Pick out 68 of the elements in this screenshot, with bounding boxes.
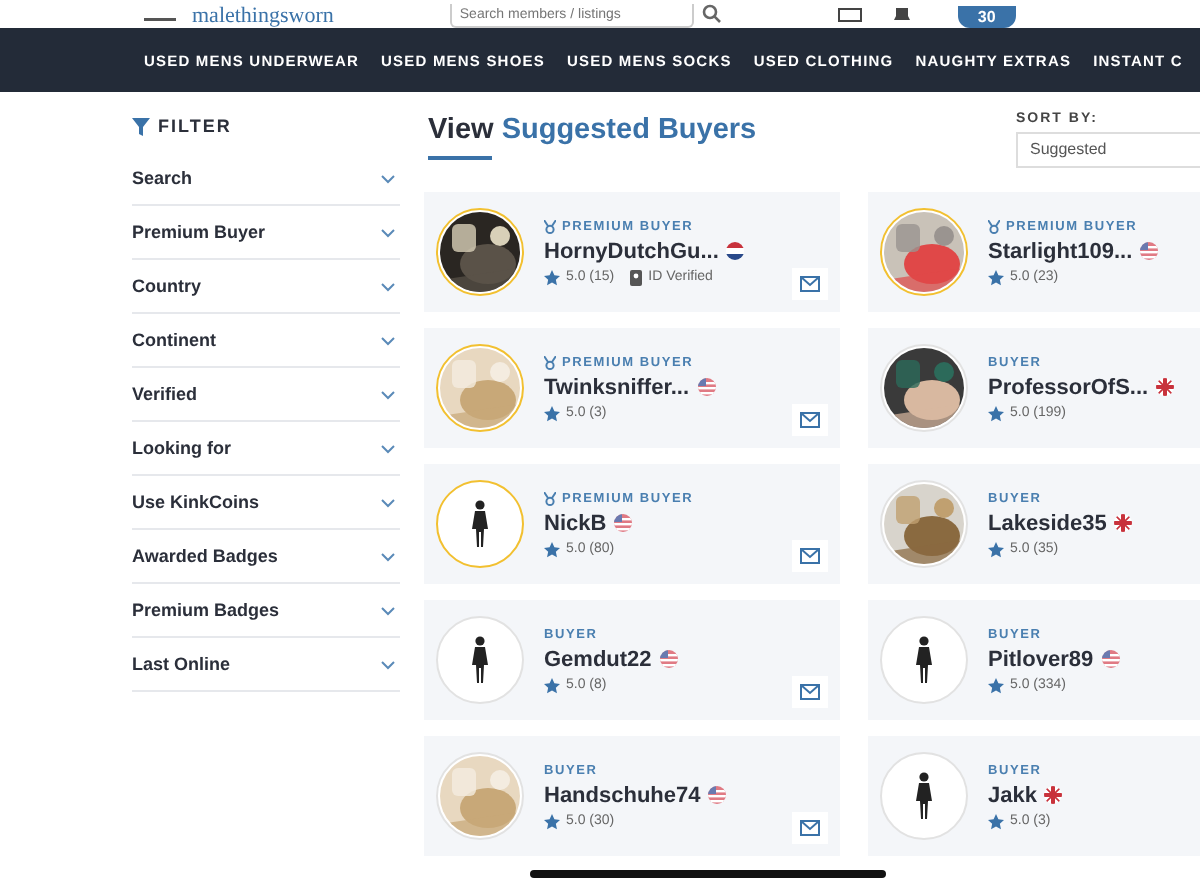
id-card-icon xyxy=(630,269,643,285)
chevron-down-icon xyxy=(380,389,396,399)
envelope-icon xyxy=(800,276,820,292)
message-button[interactable] xyxy=(792,268,828,300)
filter-dropdown[interactable]: Country xyxy=(132,260,400,314)
search-icon[interactable] xyxy=(701,4,722,24)
star-icon xyxy=(544,541,560,557)
site-logo[interactable]: malethingsworn xyxy=(192,4,334,28)
filter-dropdown[interactable]: Looking for xyxy=(132,422,400,476)
filter-title: FILTER xyxy=(158,116,232,136)
filter-dropdown[interactable]: Premium Badges xyxy=(132,584,400,638)
chevron-down-icon xyxy=(380,281,396,291)
star-icon xyxy=(988,541,1004,557)
medal-icon xyxy=(544,491,556,505)
chevron-down-icon xyxy=(380,227,396,237)
star-icon xyxy=(988,813,1004,829)
message-button[interactable] xyxy=(792,676,828,708)
person-silhouette-icon xyxy=(912,772,936,820)
person-silhouette-icon xyxy=(912,636,936,684)
buyer-name[interactable]: Jakk xyxy=(988,783,1037,807)
buyer-name[interactable]: Gemdut22 xyxy=(544,647,652,671)
star-icon xyxy=(544,405,560,421)
filter-dropdown[interactable]: Use KinkCoins xyxy=(132,476,400,530)
chevron-down-icon xyxy=(380,443,396,453)
chevron-down-icon xyxy=(380,173,396,183)
filter-dropdown[interactable]: Verified xyxy=(132,368,400,422)
chevron-down-icon xyxy=(380,605,396,615)
filter-dropdown[interactable]: Last Online xyxy=(132,638,400,692)
star-icon xyxy=(544,813,560,829)
chevron-down-icon xyxy=(380,497,396,507)
filter-dropdown[interactable]: Awarded Badges xyxy=(132,530,400,584)
star-icon xyxy=(544,269,560,285)
buyer-name[interactable]: Starlight109... xyxy=(988,239,1133,263)
buyer-name[interactable]: Lakeside35 xyxy=(988,511,1107,535)
medal-icon xyxy=(988,219,1000,233)
buyer-name[interactable]: Handschuhe74 xyxy=(544,783,701,807)
chevron-down-icon xyxy=(380,551,396,561)
filter-dropdown[interactable]: Premium Buyer xyxy=(132,206,400,260)
buyer-name[interactable]: Pitlover89 xyxy=(988,647,1094,671)
envelope-icon xyxy=(800,412,820,428)
filter-dropdown[interactable]: Search xyxy=(132,152,400,206)
star-icon xyxy=(988,405,1004,421)
person-silhouette-icon xyxy=(468,500,492,548)
envelope-icon xyxy=(800,684,820,700)
medal-icon xyxy=(544,219,556,233)
star-icon xyxy=(544,677,560,693)
envelope-icon xyxy=(800,548,820,564)
filter-dropdown[interactable]: Continent xyxy=(132,314,400,368)
message-button[interactable] xyxy=(792,812,828,844)
star-icon xyxy=(988,269,1004,285)
message-button[interactable] xyxy=(792,540,828,572)
chevron-down-icon xyxy=(380,335,396,345)
buyer-name[interactable]: ProfessorOfS... xyxy=(988,375,1149,399)
page-heading: View Suggested Buyers xyxy=(428,112,757,148)
filter-icon xyxy=(132,117,150,135)
star-icon xyxy=(988,677,1004,693)
buyer-name[interactable]: NickB xyxy=(544,511,607,535)
envelope-icon xyxy=(800,820,820,836)
medal-icon xyxy=(544,355,556,369)
chevron-down-icon xyxy=(380,659,396,669)
mail-icon[interactable] xyxy=(837,8,862,24)
bell-icon[interactable] xyxy=(889,8,914,24)
buyer-name[interactable]: Twinksniffer... xyxy=(544,375,690,399)
cart-button[interactable]: 30 xyxy=(957,6,1016,28)
person-silhouette-icon xyxy=(468,636,492,684)
message-button[interactable] xyxy=(792,404,828,436)
buyer-name[interactable]: HornyDutchGu... xyxy=(544,239,719,263)
sort-dropdown[interactable]: Suggested xyxy=(1016,132,1200,168)
